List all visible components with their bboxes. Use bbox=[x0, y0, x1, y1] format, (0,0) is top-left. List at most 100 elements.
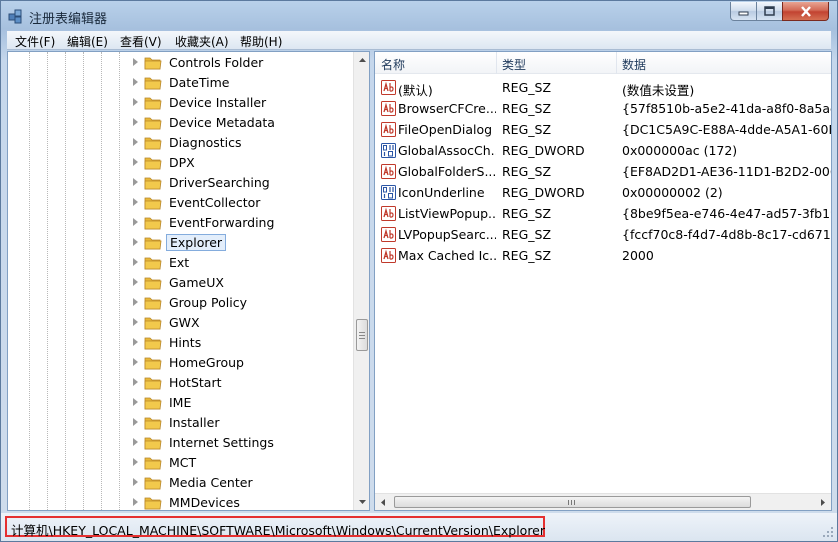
tree-item[interactable]: Diagnostics bbox=[8, 133, 354, 153]
value-row[interactable]: GlobalFolderS... REG_SZ {EF8AD2D1-AE36-11D… bbox=[375, 161, 831, 182]
expand-arrow-icon[interactable] bbox=[133, 138, 138, 146]
menu-help[interactable]: 帮助(H) bbox=[240, 33, 282, 50]
tree-item[interactable]: Group Policy bbox=[8, 293, 354, 313]
expand-arrow-icon[interactable] bbox=[133, 178, 138, 186]
expand-arrow-icon[interactable] bbox=[133, 98, 138, 106]
column-divider[interactable] bbox=[496, 52, 497, 74]
menu-view[interactable]: 查看(V) bbox=[120, 33, 162, 50]
value-row[interactable]: GlobalAssocCh... REG_DWORD 0x000000ac (172… bbox=[375, 140, 831, 161]
values-list-pane[interactable]: 名称 类型 数据 (默认) REG_SZ (数值未设置) BrowserCFCre..… bbox=[374, 51, 832, 511]
menu-edit[interactable]: 编辑(E) bbox=[67, 33, 108, 50]
tree-item-label: Diagnostics bbox=[169, 135, 242, 150]
tree-item[interactable]: GameUX bbox=[8, 273, 354, 293]
tree-item[interactable]: MCT bbox=[8, 453, 354, 473]
maximize-button[interactable] bbox=[756, 2, 783, 21]
expand-arrow-icon[interactable] bbox=[133, 418, 138, 426]
expand-arrow-icon[interactable] bbox=[133, 218, 138, 226]
value-type: REG_SZ bbox=[502, 206, 552, 221]
expand-arrow-icon[interactable] bbox=[133, 318, 138, 326]
tree-item[interactable]: Internet Settings bbox=[8, 433, 354, 453]
folder-icon bbox=[144, 217, 162, 230]
expand-arrow-icon[interactable] bbox=[133, 118, 138, 126]
tree-item[interactable]: Media Center bbox=[8, 473, 354, 493]
value-data: 0x000000ac (172) bbox=[622, 143, 738, 158]
tree-item[interactable]: DateTime bbox=[8, 73, 354, 93]
expand-arrow-icon[interactable] bbox=[133, 338, 138, 346]
expand-arrow-icon[interactable] bbox=[133, 478, 138, 486]
expand-arrow-icon[interactable] bbox=[133, 458, 138, 466]
tree-item[interactable]: DriverSearching bbox=[8, 173, 354, 193]
expand-arrow-icon[interactable] bbox=[133, 198, 138, 206]
tree-item[interactable]: EventForwarding bbox=[8, 213, 354, 233]
folder-icon bbox=[144, 317, 162, 330]
column-header-type[interactable]: 类型 bbox=[502, 56, 526, 73]
scroll-down-button[interactable] bbox=[354, 493, 369, 510]
window-title: 注册表编辑器 bbox=[29, 12, 108, 27]
list-scroll-thumb[interactable] bbox=[394, 496, 751, 508]
tree-item[interactable]: Explorer bbox=[8, 233, 354, 253]
value-row[interactable]: LVPopupSearc... REG_SZ {fccf70c8-f4d7-4d8b… bbox=[375, 224, 831, 245]
key-tree-pane[interactable]: Controls Folder DateTime Device Installer D… bbox=[7, 51, 370, 511]
expand-arrow-icon[interactable] bbox=[133, 78, 138, 86]
value-row[interactable]: BrowserCFCre... REG_SZ {57f8510b-a5e2-41da… bbox=[375, 98, 831, 119]
value-name: LVPopupSearc... bbox=[398, 227, 496, 242]
expand-arrow-icon[interactable] bbox=[133, 438, 138, 446]
column-header-name[interactable]: 名称 bbox=[381, 56, 405, 73]
value-row[interactable]: ListViewPopup... REG_SZ {8be9f5ea-e746-4e4… bbox=[375, 203, 831, 224]
tree-item[interactable]: EventCollector bbox=[8, 193, 354, 213]
resize-grip-icon[interactable] bbox=[823, 527, 834, 538]
tree-item[interactable]: Controls Folder bbox=[8, 53, 354, 73]
expand-arrow-icon[interactable] bbox=[133, 298, 138, 306]
tree-item[interactable]: IME bbox=[8, 393, 354, 413]
value-row[interactable]: IconUnderline REG_DWORD 0x00000002 (2) bbox=[375, 182, 831, 203]
menu-file[interactable]: 文件(F) bbox=[15, 33, 55, 50]
tree-item[interactable]: MMDevices bbox=[8, 493, 354, 510]
tree-item[interactable]: HomeGroup bbox=[8, 353, 354, 373]
scroll-left-button[interactable] bbox=[375, 494, 392, 510]
tree-item[interactable]: DPX bbox=[8, 153, 354, 173]
value-row[interactable]: FileOpenDialog REG_SZ {DC1C5A9C-E88A-4dde-… bbox=[375, 119, 831, 140]
value-name: GlobalFolderS... bbox=[398, 164, 496, 179]
tree-item[interactable]: Device Metadata bbox=[8, 113, 354, 133]
tree-item-label: Installer bbox=[169, 415, 220, 430]
list-horizontal-scrollbar[interactable] bbox=[375, 493, 831, 510]
scroll-right-button[interactable] bbox=[814, 494, 831, 510]
tree-item[interactable]: Ext bbox=[8, 253, 354, 273]
expand-arrow-icon[interactable] bbox=[133, 238, 138, 246]
expand-arrow-icon[interactable] bbox=[133, 158, 138, 166]
expand-arrow-icon[interactable] bbox=[133, 498, 138, 506]
title-bar[interactable]: 注册表编辑器 bbox=[1, 1, 837, 31]
expand-arrow-icon[interactable] bbox=[133, 398, 138, 406]
value-row[interactable]: Max Cached Ic... REG_SZ 2000 bbox=[375, 245, 831, 266]
tree-item[interactable]: Hints bbox=[8, 333, 354, 353]
tree-item[interactable]: HotStart bbox=[8, 373, 354, 393]
binary-value-icon bbox=[381, 143, 396, 158]
registry-editor-window: 注册表编辑器 文件(F) 编辑(E) 查看(V) 收藏夹(A) 帮助(H) Co… bbox=[0, 0, 838, 542]
menu-bar: 文件(F) 编辑(E) 查看(V) 收藏夹(A) 帮助(H) bbox=[7, 31, 831, 50]
minimize-button[interactable] bbox=[730, 2, 757, 21]
tree-item[interactable]: Device Installer bbox=[8, 93, 354, 113]
expand-arrow-icon[interactable] bbox=[133, 258, 138, 266]
arrow-down-icon bbox=[359, 500, 366, 504]
menu-favorites[interactable]: 收藏夹(A) bbox=[175, 33, 229, 50]
close-button[interactable] bbox=[782, 2, 829, 21]
tree-item-label: Media Center bbox=[169, 475, 253, 490]
column-header-data[interactable]: 数据 bbox=[622, 56, 646, 73]
expand-arrow-icon[interactable] bbox=[133, 378, 138, 386]
expand-arrow-icon[interactable] bbox=[133, 278, 138, 286]
tree-item[interactable]: GWX bbox=[8, 313, 354, 333]
tree-item-label: GWX bbox=[169, 315, 200, 330]
expand-arrow-icon[interactable] bbox=[133, 358, 138, 366]
string-value-icon bbox=[381, 164, 396, 179]
binary-value-icon bbox=[381, 185, 396, 200]
tree-item-label: DriverSearching bbox=[169, 175, 270, 190]
tree-item[interactable]: Installer bbox=[8, 413, 354, 433]
scroll-up-button[interactable] bbox=[354, 52, 369, 69]
tree-item-label: IME bbox=[169, 395, 192, 410]
tree-vertical-scrollbar[interactable] bbox=[353, 52, 369, 510]
tree-scroll-thumb[interactable] bbox=[356, 319, 368, 351]
value-row[interactable]: (默认) REG_SZ (数值未设置) bbox=[375, 77, 831, 98]
expand-arrow-icon[interactable] bbox=[133, 58, 138, 66]
value-name: IconUnderline bbox=[398, 185, 485, 200]
column-divider[interactable] bbox=[616, 52, 617, 74]
